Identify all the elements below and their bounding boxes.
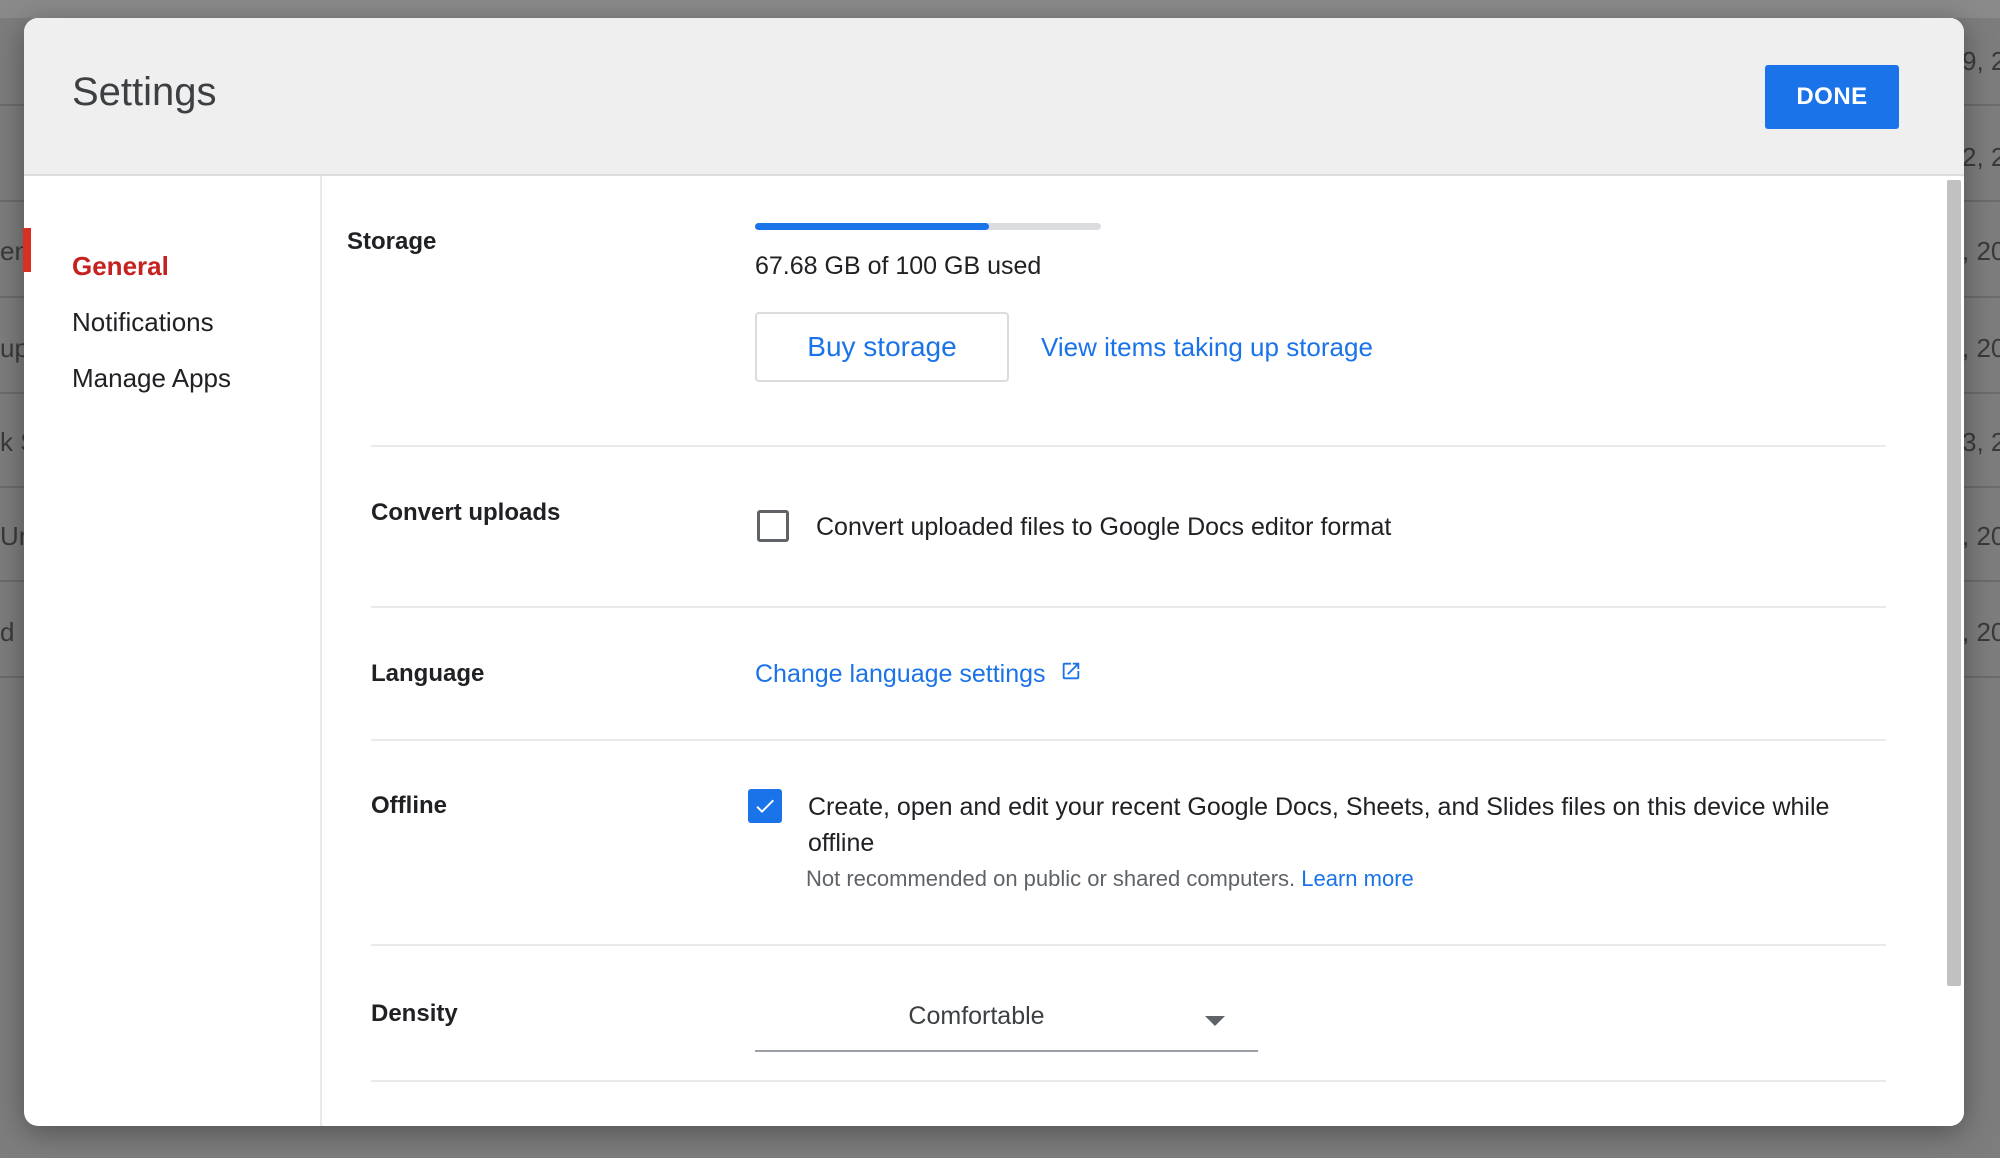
buy-storage-button[interactable]: Buy storage (755, 312, 1009, 382)
storage-bar-fill (755, 223, 989, 230)
offline-checkbox[interactable] (748, 789, 782, 823)
scrollbar-thumb[interactable] (1947, 180, 1961, 986)
sidebar-item-general[interactable]: General (72, 251, 169, 282)
offline-note: Not recommended on public or shared comp… (806, 866, 1414, 892)
storage-label: Storage (347, 228, 437, 255)
section-divider (371, 739, 1886, 741)
offline-note-text: Not recommended on public or shared comp… (806, 866, 1296, 891)
density-dropdown[interactable]: Comfortable (755, 992, 1258, 1052)
background-top-strip (0, 0, 2000, 18)
background-date-fragment: , 20 (1962, 236, 2000, 266)
convert-uploads-option-text: Convert uploaded files to Google Docs ed… (816, 513, 1392, 541)
dropdown-arrow-icon (1205, 1016, 1225, 1026)
storage-usage-text: 67.68 GB of 100 GB used (755, 252, 1042, 280)
background-date-fragment: , 20 (1962, 521, 2000, 551)
background-date-fragment: , 20 (1962, 617, 2000, 647)
section-divider (371, 1080, 1886, 1082)
sidebar-item-notifications[interactable]: Notifications (72, 307, 214, 338)
offline-label: Offline (371, 792, 447, 819)
checkmark-icon (756, 799, 774, 813)
view-storage-items-link[interactable]: View items taking up storage (1041, 332, 1373, 363)
dialog-header: Settings DONE (24, 18, 1964, 176)
language-label: Language (371, 660, 485, 687)
background-date-fragment: 9, 2 (1962, 46, 2000, 76)
convert-uploads-checkbox[interactable] (757, 510, 789, 542)
done-button[interactable]: DONE (1765, 65, 1899, 129)
background-date-fragment: , 20 (1962, 333, 2000, 363)
sidebar-item-manage-apps[interactable]: Manage Apps (72, 363, 231, 394)
active-nav-indicator (23, 228, 31, 272)
background-date-fragment: 2, 2 (1962, 142, 2000, 172)
learn-more-link[interactable]: Learn more (1301, 866, 1414, 891)
section-divider (371, 445, 1886, 447)
open-in-new-icon[interactable] (1060, 660, 1082, 682)
offline-option-text: Create, open and edit your recent Google… (808, 793, 1830, 857)
background-file-name-fragment: d (0, 617, 15, 647)
convert-uploads-label: Convert uploads (371, 499, 561, 526)
density-label: Density (371, 1000, 458, 1027)
density-selected-value: Comfortable (908, 1002, 1045, 1030)
change-language-link[interactable]: Change language settings (755, 660, 1046, 689)
background-date-fragment: 3, 2 (1962, 427, 2000, 457)
section-divider (371, 944, 1886, 946)
settings-sidebar: General Notifications Manage Apps (24, 176, 322, 1126)
settings-dialog: Settings DONE General Notifications Mana… (24, 18, 1964, 1126)
dialog-title: Settings (72, 70, 217, 114)
section-divider (371, 606, 1886, 608)
